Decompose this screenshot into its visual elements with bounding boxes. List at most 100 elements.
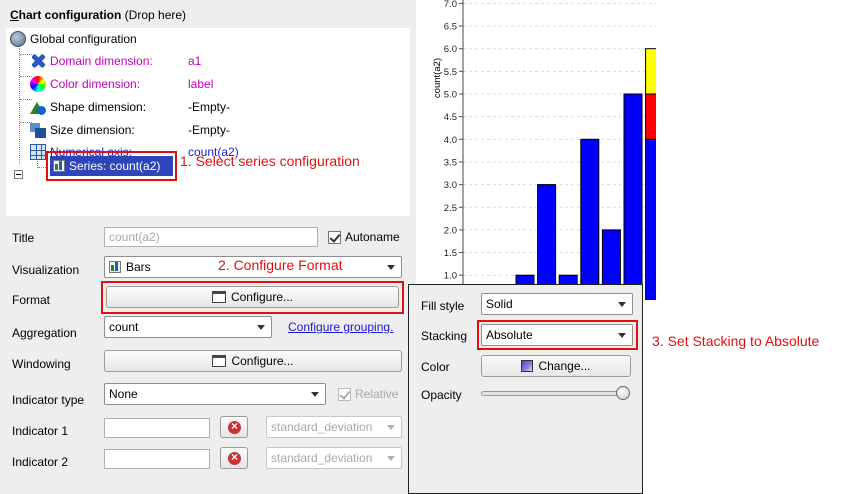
y-tick-label: 4.0: [444, 135, 457, 146]
globe-icon: [10, 31, 26, 47]
y-tick-label: 5.5: [444, 67, 457, 78]
opacity-slider-track[interactable]: [481, 391, 623, 396]
series-node-label: Series: count(a2): [69, 159, 161, 173]
chevron-down-icon: [618, 333, 626, 338]
chevron-down-icon: [618, 302, 626, 307]
bar-chart-icon: [109, 261, 121, 273]
chart-configuration-panel: Chart configuration (Drop here) Global c…: [0, 0, 416, 494]
aggregation-label: Aggregation: [12, 326, 77, 340]
annotation-step3: 3. Set Stacking to Absolute: [652, 333, 820, 349]
tree-node-series[interactable]: Series: count(a2): [46, 151, 177, 181]
title-input[interactable]: count(a2): [104, 227, 318, 247]
y-tick-label: 4.5: [444, 112, 457, 123]
tree-node-global[interactable]: Global configuration: [10, 30, 137, 48]
y-axis-label: count(a2): [432, 58, 443, 98]
node-label: Global configuration: [30, 32, 137, 46]
size-icon: [30, 122, 46, 138]
aggregation-select[interactable]: count: [104, 316, 272, 338]
tree-collapse-toggle[interactable]: [14, 170, 23, 179]
cross-icon: [30, 53, 46, 69]
node-label: Size dimension:: [50, 123, 135, 137]
indicator1-select[interactable]: standard_deviation: [266, 416, 402, 438]
node-label: Shape dimension:: [50, 100, 147, 114]
stacking-label: Stacking: [421, 329, 468, 343]
background-strip: [656, 0, 846, 494]
windowing-configure-button[interactable]: Configure...: [104, 350, 402, 372]
opacity-label: Opacity: [421, 388, 462, 402]
tree-guide: [19, 48, 20, 164]
stacking-select[interactable]: Absolute: [481, 324, 633, 346]
shapes-icon: [30, 99, 46, 115]
node-value: a1: [188, 54, 202, 68]
bar: [645, 93, 665, 140]
button-label: Configure...: [231, 354, 294, 368]
annotation-step1: 1. Select series configuration: [180, 153, 360, 169]
indicator1-remove-button[interactable]: [220, 416, 248, 438]
color-wheel-icon: [30, 76, 46, 92]
relative-checkbox[interactable]: Relative: [338, 387, 398, 401]
fill-style-label: Fill style: [421, 299, 465, 313]
y-tick-label: 1.0: [444, 271, 457, 282]
annotation-step2: 2. Configure Format: [218, 257, 343, 273]
window-icon: [211, 291, 226, 303]
bar-chart: 1.0 1.5 2.0 2.5 3.0 3.5 4.0 4.5 5.0 5.5 6.0 6.5 7.0 c…: [416, 0, 665, 322]
configure-grouping-link[interactable]: Configure grouping.: [288, 320, 393, 334]
format-configure-button[interactable]: Configure...: [106, 286, 399, 308]
opacity-slider-knob[interactable]: [616, 386, 630, 400]
button-label: Change...: [538, 359, 591, 373]
indicator-type-label: Indicator type: [12, 393, 85, 407]
node-label: Domain dimension:: [50, 54, 153, 68]
chevron-down-icon: [257, 325, 265, 330]
fill-style-select[interactable]: Solid: [481, 293, 633, 315]
checkbox-box: [338, 387, 351, 401]
y-tick-label: 3.0: [444, 180, 457, 191]
bar: [623, 93, 643, 321]
windowing-label: Windowing: [12, 357, 71, 371]
indicator2-select[interactable]: standard_deviation: [266, 447, 402, 469]
tree-node-shape[interactable]: Shape dimension: -Empty-: [30, 98, 410, 116]
format-label: Format: [12, 293, 51, 307]
relative-label: Relative: [355, 387, 399, 401]
chevron-down-icon: [387, 265, 395, 270]
bar: [537, 184, 557, 321]
autoname-checkbox[interactable]: Autoname: [328, 230, 400, 244]
bar: [645, 48, 665, 95]
y-tick-label: 7.0: [444, 0, 457, 10]
indicator1-label: Indicator 1: [12, 424, 69, 438]
window-icon: [212, 355, 227, 367]
tree-node-size[interactable]: Size dimension: -Empty-: [30, 121, 410, 139]
indicator2-input[interactable]: [104, 449, 210, 469]
aggregation-value: count: [109, 320, 139, 334]
indicator1-input[interactable]: [104, 418, 210, 438]
y-tick-label: 3.5: [444, 157, 457, 168]
visualization-label: Visualization: [12, 263, 80, 277]
node-value: label: [188, 77, 214, 91]
chevron-down-icon: [311, 392, 319, 397]
indicator2-remove-button[interactable]: [220, 447, 248, 469]
chevron-down-icon: [387, 456, 395, 461]
bar-chart-icon: [53, 160, 65, 172]
color-change-button[interactable]: Change...: [481, 355, 631, 377]
y-tick-label: 6.0: [444, 44, 457, 55]
title-label: Title: [12, 231, 35, 245]
indicator-type-value: None: [109, 387, 138, 401]
indicator-type-select[interactable]: None: [104, 383, 326, 405]
tree-header: Chart configuration (Drop here): [10, 8, 187, 22]
autoname-label: Autoname: [345, 230, 400, 244]
indicator2-value: standard_deviation: [271, 451, 373, 465]
tree-node-color[interactable]: Color dimension: label: [30, 75, 410, 93]
node-value: -Empty-: [188, 123, 230, 137]
y-tick-label: 2.0: [444, 225, 457, 236]
tree-node-domain[interactable]: Domain dimension: a1: [30, 52, 410, 70]
configuration-tree: Global configuration Domain dimension: a…: [6, 28, 410, 216]
fill-style-value: Solid: [486, 297, 513, 311]
checkbox-box: [328, 230, 341, 244]
button-label: Configure...: [230, 290, 294, 304]
grid-icon: [30, 144, 46, 160]
bar: [580, 138, 600, 321]
color-label: Color: [421, 360, 450, 374]
color-swatch-icon: [521, 360, 534, 372]
stacking-value: Absolute: [486, 328, 533, 342]
y-tick-label: 2.5: [444, 203, 457, 214]
y-tick-label: 5.0: [444, 90, 457, 101]
